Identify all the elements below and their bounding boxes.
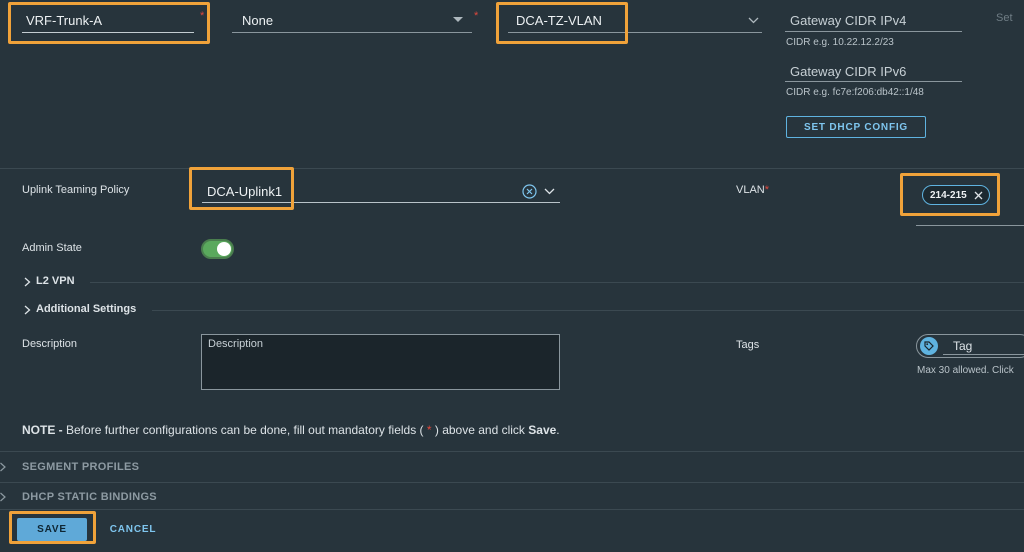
gateway-ipv6-placeholder: Gateway CIDR IPv6 — [790, 64, 907, 79]
segment-name-highlight — [8, 2, 210, 44]
note-text-before: Before further configurations can be don… — [62, 423, 427, 437]
segment-profiles-header[interactable]: SEGMENT PROFILES — [0, 458, 1024, 476]
chevron-down-icon — [748, 17, 759, 24]
cancel-button[interactable]: CANCEL — [104, 518, 162, 541]
description-placeholder: Description — [208, 338, 264, 350]
gateway-ipv6-underline — [785, 81, 962, 82]
additional-settings-label: Additional Settings — [36, 303, 137, 315]
set-link[interactable]: Set — [996, 12, 1013, 24]
connectivity-select[interactable]: None — [232, 6, 472, 36]
tags-hint: Max 30 allowed. Click — [917, 365, 1014, 376]
uplink-teaming-highlight — [189, 167, 294, 210]
tag-icon — [924, 341, 934, 351]
gateway-ipv4-placeholder: Gateway CIDR IPv4 — [790, 13, 907, 28]
vlan-underline — [916, 225, 1024, 226]
segment-name-required-marker: * — [200, 10, 205, 22]
divider-top — [0, 168, 1024, 169]
divider-l2vpn — [90, 282, 1024, 283]
description-textarea[interactable]: Description — [201, 334, 560, 390]
vlan-highlight — [900, 173, 1000, 216]
connectivity-required-marker: * — [474, 10, 479, 22]
admin-state-label: Admin State — [22, 242, 82, 254]
note-text-after: ) above and click — [431, 423, 529, 437]
set-dhcp-config-button[interactable]: SET DHCP CONFIG — [786, 116, 926, 138]
chevron-right-icon — [0, 462, 6, 472]
chevron-right-icon — [24, 305, 31, 315]
tag-icon-circle — [920, 337, 938, 355]
divider-profiles-bottom — [0, 509, 1024, 510]
chevron-right-icon — [0, 492, 6, 502]
connectivity-underline — [232, 32, 472, 33]
tag-placeholder: Tag — [953, 339, 973, 353]
note-save-word: Save — [528, 423, 557, 437]
tag-input-separator — [943, 354, 1024, 355]
gateway-ipv6-field[interactable]: Gateway CIDR IPv6 — [785, 57, 962, 83]
description-label: Description — [22, 338, 78, 350]
connectivity-value: None — [242, 13, 274, 28]
l2vpn-label: L2 VPN — [36, 275, 75, 287]
mandatory-note: NOTE - Before further configurations can… — [22, 423, 560, 437]
gateway-ipv4-hint: CIDR e.g. 10.22.12.2/23 — [786, 37, 894, 48]
gateway-ipv6-hint: CIDR e.g. fc7e:f206:db42::1/48 — [786, 87, 924, 98]
vlan-label: VLAN* — [736, 184, 770, 196]
tags-label: Tags — [736, 339, 760, 351]
divider-additional — [152, 310, 1024, 311]
caret-down-icon — [453, 17, 463, 22]
uplink-teaming-label: Uplink Teaming Policy — [22, 184, 130, 196]
divider-profiles-top — [0, 451, 1024, 452]
toggle-knob — [217, 242, 231, 256]
tag-input[interactable]: Tag — [916, 334, 1024, 358]
segment-profiles-label: SEGMENT PROFILES — [22, 461, 140, 473]
note-prefix: NOTE - — [22, 423, 63, 437]
divider-profiles-mid — [0, 482, 1024, 483]
dhcp-static-bindings-header[interactable]: DHCP STATIC BINDINGS — [0, 488, 1024, 506]
admin-state-toggle[interactable] — [201, 239, 234, 259]
chevron-right-icon — [24, 277, 31, 287]
clear-circle-icon[interactable] — [522, 184, 537, 199]
chevron-down-icon[interactable] — [544, 188, 555, 195]
gateway-ipv4-underline — [785, 31, 962, 32]
gateway-ipv4-field[interactable]: Gateway CIDR IPv4 — [785, 6, 962, 32]
dhcp-static-bindings-label: DHCP STATIC BINDINGS — [22, 491, 157, 503]
transport-zone-highlight — [496, 2, 628, 44]
save-button-highlight — [9, 511, 96, 544]
